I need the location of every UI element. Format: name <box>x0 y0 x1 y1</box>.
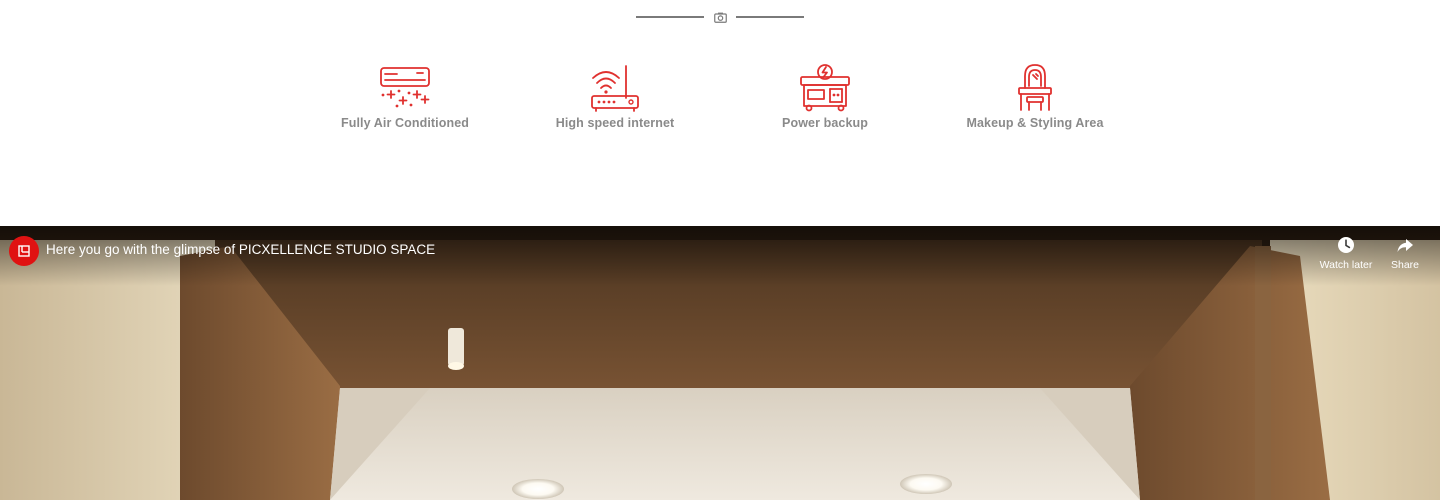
amenity-label: Makeup & Styling Area <box>966 116 1104 130</box>
share-label: Share <box>1390 259 1420 271</box>
amenity-air-conditioning: Fully Air Conditioned <box>305 62 505 130</box>
channel-logo-icon[interactable] <box>9 236 39 266</box>
video-title[interactable]: Here you go with the glimpse of PICXELLE… <box>46 242 435 257</box>
generator-icon <box>800 64 850 112</box>
camera-icon <box>713 11 727 23</box>
section-divider <box>636 10 804 24</box>
divider-line-left <box>636 16 704 18</box>
wifi-router-icon <box>591 65 639 112</box>
dressing-table-icon <box>1018 64 1052 111</box>
watch-later-label: Watch later <box>1319 259 1373 271</box>
watch-later-button[interactable]: Watch later <box>1314 236 1378 271</box>
amenities-list: Fully Air Conditioned High speed interne… <box>300 62 1140 142</box>
share-arrow-icon <box>1397 239 1413 252</box>
video-player[interactable]: Here you go with the glimpse of PICXELLE… <box>0 226 1440 500</box>
amenity-internet: High speed internet <box>515 62 715 130</box>
share-button[interactable]: Share <box>1373 236 1437 271</box>
air-conditioner-icon <box>380 67 430 108</box>
clock-icon <box>1338 237 1354 253</box>
amenity-label: High speed internet <box>555 116 675 130</box>
amenity-makeup-area: Makeup & Styling Area <box>935 62 1135 130</box>
amenity-label: Power backup <box>782 116 868 130</box>
divider-line-right <box>736 16 804 18</box>
amenity-power-backup: Power backup <box>725 62 925 130</box>
amenity-label: Fully Air Conditioned <box>340 116 469 130</box>
page: Fully Air Conditioned High speed interne… <box>0 0 1440 500</box>
